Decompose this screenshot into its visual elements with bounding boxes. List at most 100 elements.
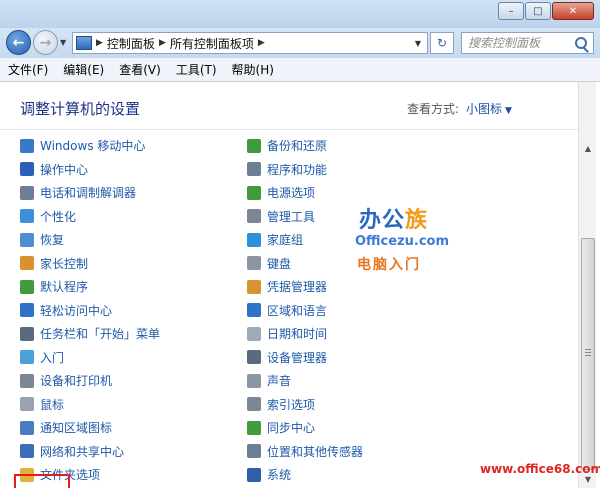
control-panel-item[interactable]: 通知区域图标 <box>20 416 160 440</box>
control-panel-item[interactable]: 鼠标 <box>20 393 160 417</box>
control-panel-item-label: 系统 <box>267 468 292 483</box>
admin-tools-icon <box>247 209 261 224</box>
system-icon <box>247 467 261 482</box>
control-panel-item[interactable]: 设备和打印机 <box>20 369 160 393</box>
control-panel-item-label: 个性化 <box>40 209 77 224</box>
breadcrumb-control-panel[interactable]: 控制面板 <box>107 35 155 52</box>
control-panel-item[interactable]: 操作中心 <box>20 158 160 182</box>
officezu-logo: 办公族 Officezu.com 电脑入门 <box>355 202 465 277</box>
control-panel-item[interactable]: 日期和时间 <box>247 322 363 346</box>
menu-view[interactable]: 查看(V) <box>119 61 161 78</box>
address-history-dropdown[interactable]: ▼ <box>415 39 421 48</box>
menu-tools[interactable]: 工具(T) <box>176 61 217 78</box>
control-panel-item[interactable]: 电话和调制解调器 <box>20 181 160 205</box>
chevron-down-icon[interactable]: ▼ <box>505 106 512 116</box>
search-box[interactable] <box>461 32 594 54</box>
backup-restore-icon <box>247 138 261 153</box>
recovery-icon <box>20 232 34 247</box>
control-panel-item[interactable]: Windows 移动中心 <box>20 134 160 158</box>
back-button[interactable]: ← <box>6 30 31 55</box>
menu-help[interactable]: 帮助(H) <box>232 61 274 78</box>
forward-arrow-icon: → <box>39 34 52 51</box>
control-panel-item[interactable]: 默认程序 <box>20 275 160 299</box>
divider <box>0 129 578 130</box>
breadcrumb-separator-icon[interactable]: ▶ <box>96 38 103 48</box>
control-panel-item-label: 入门 <box>40 350 65 365</box>
minimize-icon: – <box>508 5 514 17</box>
logo-site: Officezu.com <box>355 234 450 249</box>
back-arrow-icon: ← <box>12 34 25 51</box>
navigation-bar: ← → ▼ ▶ 控制面板 ▶ 所有控制面板项 ▶ ▼ ↻ <box>0 28 600 58</box>
control-panel-item[interactable]: 任务栏和「开始」菜单 <box>20 322 160 346</box>
control-panel-item[interactable]: 恢复 <box>20 228 160 252</box>
scroll-up-button[interactable]: ▲ <box>579 140 597 156</box>
menu-edit[interactable]: 编辑(E) <box>63 61 104 78</box>
search-input[interactable] <box>462 36 572 50</box>
maximize-button[interactable]: □ <box>525 2 551 20</box>
control-panel-item[interactable]: 区域和语言 <box>247 299 363 323</box>
chevron-down-icon: ▼ <box>60 38 67 47</box>
mobility-center-icon <box>20 138 34 153</box>
device-manager-icon <box>247 350 261 365</box>
view-by-dropdown[interactable]: 小图标 ▼ <box>466 100 512 117</box>
control-panel-item[interactable]: 程序和功能 <box>247 158 363 182</box>
address-bar[interactable]: ▶ 控制面板 ▶ 所有控制面板项 ▶ ▼ <box>72 32 428 54</box>
view-by-value[interactable]: 小图标 <box>466 102 502 116</box>
control-panel-item[interactable]: 个性化 <box>20 205 160 229</box>
control-panel-item[interactable]: 备份和还原 <box>247 134 363 158</box>
control-panel-item[interactable]: 声音 <box>247 369 363 393</box>
control-panel-item-label: 位置和其他传感器 <box>267 444 364 459</box>
control-panel-item[interactable]: 轻松访问中心 <box>20 299 160 323</box>
forward-button[interactable]: → <box>33 30 58 55</box>
recent-pages-dropdown[interactable]: ▼ <box>60 38 66 47</box>
control-panel-item[interactable]: 家庭组 <box>247 228 363 252</box>
logo-title-accent: 族 <box>405 208 429 233</box>
control-panel-item-label: 电源选项 <box>267 186 316 201</box>
search-icon[interactable] <box>575 37 587 49</box>
refresh-button[interactable]: ↻ <box>430 32 454 54</box>
control-panel-item[interactable]: 设备管理器 <box>247 346 363 370</box>
control-panel-item[interactable]: 管理工具 <box>247 205 363 229</box>
printer-icon <box>20 373 34 388</box>
personalization-icon <box>20 209 34 224</box>
control-panel-item[interactable]: 家长控制 <box>20 252 160 276</box>
getting-started-icon <box>20 350 34 365</box>
logo-title: 办公族 <box>359 202 428 234</box>
control-panel-item-label: 轻松访问中心 <box>40 303 113 318</box>
ease-of-access-icon <box>20 303 34 318</box>
network-sharing-icon <box>20 444 34 459</box>
control-panel-item-label: 设备和打印机 <box>40 374 113 389</box>
phone-modem-icon <box>20 185 34 200</box>
control-panel-item-label: 区域和语言 <box>267 303 328 318</box>
control-panel-item[interactable]: 电源选项 <box>247 181 363 205</box>
control-panel-item-label: 恢复 <box>40 233 65 248</box>
minimize-button[interactable]: – <box>498 2 524 20</box>
control-panel-item[interactable]: 同步中心 <box>247 416 363 440</box>
control-panel-item[interactable]: 凭据管理器 <box>247 275 363 299</box>
menu-file[interactable]: 文件(F) <box>8 61 48 78</box>
refresh-icon: ↻ <box>436 36 448 50</box>
breadcrumb-separator-icon[interactable]: ▶ <box>159 38 166 48</box>
close-button[interactable]: ✕ <box>552 2 594 20</box>
control-panel-icon <box>76 36 92 50</box>
control-panel-item[interactable]: 入门 <box>20 346 160 370</box>
credential-manager-icon <box>247 279 261 294</box>
control-panel-item[interactable]: 系统 <box>247 463 363 487</box>
control-panel-item[interactable]: 网络和共享中心 <box>20 440 160 464</box>
default-programs-icon <box>20 279 34 294</box>
control-panel-item-label: 声音 <box>267 374 292 389</box>
view-by-label: 查看方式: <box>407 102 460 116</box>
control-panel-item[interactable]: 位置和其他传感器 <box>247 440 363 464</box>
breadcrumb-all-items[interactable]: 所有控制面板项 <box>170 35 254 52</box>
control-panel-item-label: 家庭组 <box>267 233 304 248</box>
indexing-options-icon <box>247 397 261 412</box>
control-panel-item[interactable]: 键盘 <box>247 252 363 276</box>
control-panel-item-label: 网络和共享中心 <box>40 444 125 459</box>
breadcrumb-separator-icon[interactable]: ▶ <box>258 38 265 48</box>
sound-icon <box>247 373 261 388</box>
scroll-thumb[interactable] <box>581 238 595 470</box>
parental-controls-icon <box>20 256 34 271</box>
control-panel-item[interactable]: 索引选项 <box>247 393 363 417</box>
vertical-scrollbar[interactable]: ▲ ▼ <box>578 82 596 488</box>
homegroup-icon <box>247 232 261 247</box>
